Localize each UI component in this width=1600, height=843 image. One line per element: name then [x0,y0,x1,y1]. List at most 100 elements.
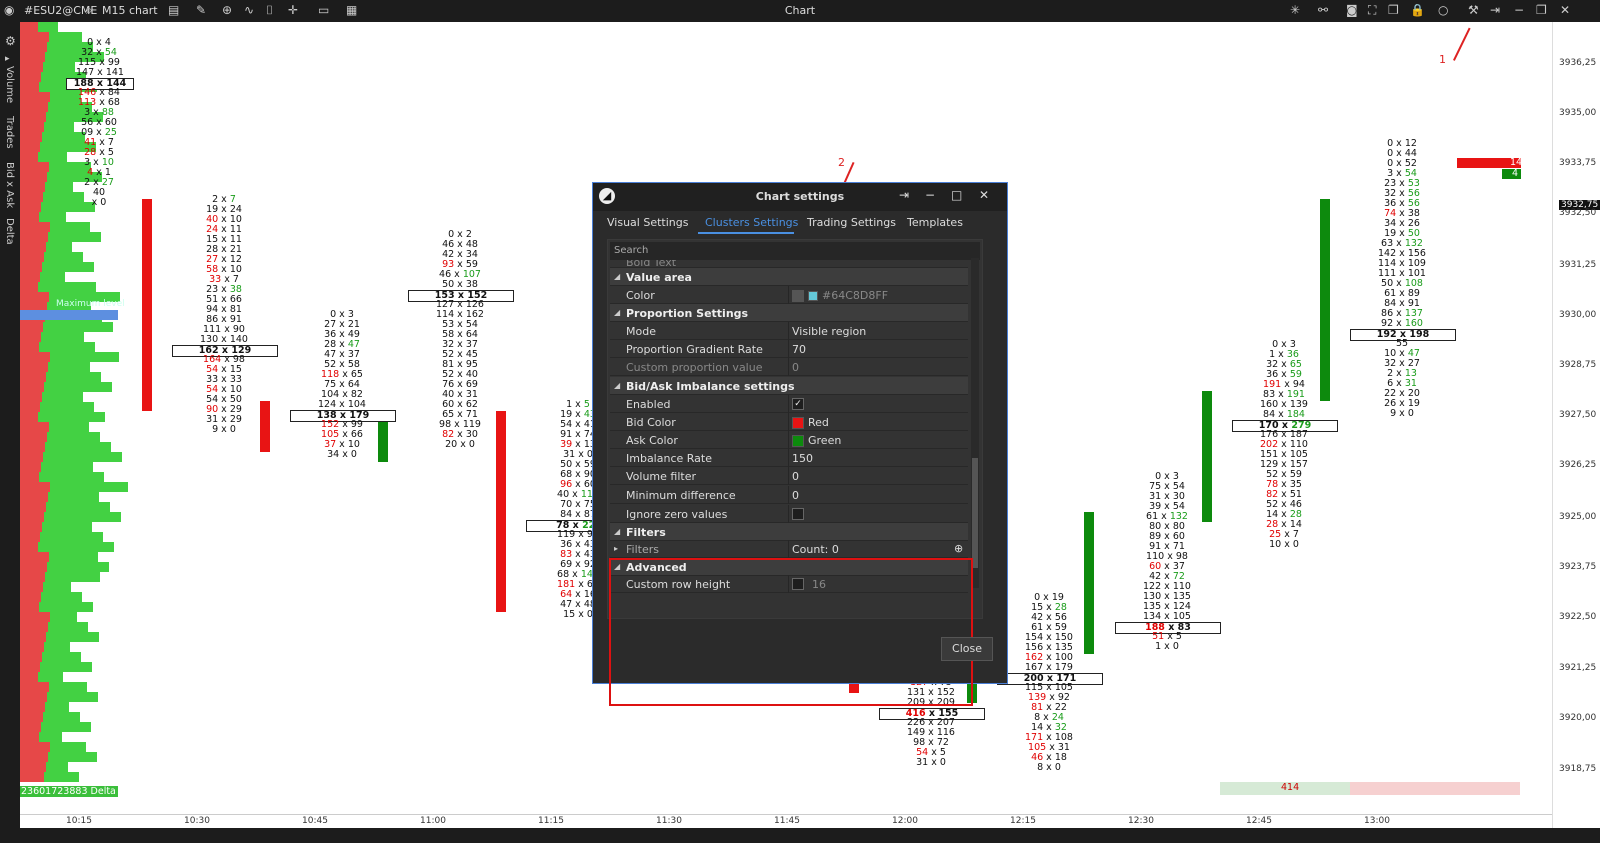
row-enabled[interactable]: Enabled ✓ [610,395,968,413]
chart-settings-dialog[interactable]: ◢ Chart settings ⇥ − □ ✕ Visual Settings… [592,182,1008,706]
cluster-cell: 130 x 140 [200,334,248,345]
profile-bid-bar [20,512,44,522]
row-imbalance-rate[interactable]: Imbalance Rate 150 [610,449,968,467]
dialog-title: Chart settings [755,190,845,203]
section-value-area[interactable]: ◢ Value area [610,268,968,286]
profile-bid-bar [20,62,43,72]
add-filter-icon[interactable]: ⊕ [954,542,963,555]
row-mode[interactable]: Mode Visible region [610,322,968,340]
time-axis[interactable]: 10:15 10:30 10:45 11:00 11:15 11:30 11:45 12:00… [20,814,1552,829]
annotation-arrow-1 [1453,27,1471,61]
pin-icon[interactable]: ⇥ [1490,3,1500,17]
section-proportion[interactable]: ◢ Proportion Settings [610,304,968,322]
profile-ask-bar [42,392,83,402]
profile-bid-bar [20,772,44,782]
row-ask-color[interactable]: Ask Color Green [610,431,968,449]
row-ignore-zero[interactable]: Ignore zero values [610,505,968,523]
profile-bid-bar [20,392,42,402]
expand-icon[interactable]: ▸ [5,54,10,64]
profile-ask-bar [48,362,90,372]
tab-clusters-settings[interactable]: Clusters Settings [705,216,798,229]
tab-volume[interactable]: Volume [4,66,15,103]
enabled-checkbox[interactable]: ✓ [792,398,804,410]
ignore-zero-checkbox[interactable] [792,508,804,520]
tab-visual-settings[interactable]: Visual Settings [607,216,688,229]
profile-ask-bar [42,262,94,272]
profile-ask-bar [43,452,122,462]
profile-ask-bar [43,582,71,592]
profile-bid-bar [20,72,41,82]
tab-trades[interactable]: Trades [4,116,15,149]
row-min-difference[interactable]: Minimum difference 0 [610,486,968,504]
profile-ask-bar [44,772,79,782]
profile-ask-bar [41,332,84,342]
row-custom-proportion[interactable]: Custom proportion value 0 [610,358,968,376]
settings-wand-icon[interactable]: ⚒ [1468,3,1479,17]
profile-ask-bar [41,592,82,602]
close-button[interactable]: Close [941,637,993,661]
profile-bid-bar [20,702,45,712]
profile-bid-bar [20,232,48,242]
dialog-header[interactable]: ◢ Chart settings ⇥ − □ ✕ [593,183,1007,211]
lock-icon[interactable]: 🔒 [1410,3,1425,17]
tab-bid-ask[interactable]: Bid x Ask [4,162,15,208]
profile-bid-bar [20,162,49,172]
pin-icon[interactable]: ⇥ [899,188,909,202]
link-icon[interactable]: ✳ [1290,3,1300,17]
restore-icon[interactable]: ❐ [1536,3,1547,17]
maximize-icon[interactable]: □ [951,188,962,202]
imbalance-highlight-box [609,558,973,706]
close-icon[interactable]: ✕ [979,188,989,202]
cluster-cell: 167 x 179 [1025,662,1073,673]
minimize-icon[interactable]: − [1514,3,1524,17]
connect-icon[interactable]: ⚯ [1318,3,1328,17]
profile-ask-bar [48,622,88,632]
cluster-cell: 134 x 105 [1143,611,1191,622]
collapse-icon: ◢ [614,308,621,317]
close-window-icon[interactable]: ✕ [1560,3,1570,17]
profile-bid-bar [20,352,50,362]
profile-ask-bar [38,282,96,292]
settings-scrollbar[interactable] [971,258,979,588]
tab-trading-settings[interactable]: Trading Settings [807,216,896,229]
row-color[interactable]: Color #64C8D8FF [610,286,968,304]
profile-bid-bar [20,182,45,192]
camera-icon[interactable]: ◙ [1346,3,1358,17]
profile-ask-bar [46,372,101,382]
row-bid-color[interactable]: Bid Color Red [610,413,968,431]
expand-icon: ▸ [614,544,619,553]
fullscreen-icon[interactable]: ⛶ [1368,3,1376,18]
tab-templates[interactable]: Templates [907,216,963,229]
scrollbar-thumb[interactable] [972,458,978,568]
profile-ask-bar [43,712,80,722]
section-imbalance[interactable]: ◢ Bid/Ask Imbalance settings [610,377,968,395]
bottom-volume-value: 414 [1281,782,1300,793]
profile-bid-bar [20,432,47,442]
profile-ask-bar [48,752,97,762]
profile-bid-bar [20,102,48,112]
gear-icon[interactable]: ⚙ [5,34,16,48]
profile-ask-bar [43,322,113,332]
row-bold-text[interactable]: Bold Text [610,260,968,268]
price-axis[interactable]: 3936,25 3935,00 3933,75 3932,75 3932,50 3931,… [1552,22,1600,828]
row-filters[interactable]: ▸ Filters Count: 0 ⊕ [610,540,968,558]
profile-bid-bar [20,282,38,292]
profile-bid-bar [20,662,40,672]
cluster-cell: 1 x 0 [1155,641,1179,652]
tab-delta[interactable]: Delta [4,218,15,245]
price-label: 3926,25 [1559,460,1597,470]
copy-icon[interactable]: ❐ [1388,3,1399,17]
row-gradient-rate[interactable]: Proportion Gradient Rate 70 [610,340,968,358]
profile-bid-bar [20,262,42,272]
profile-bid-bar [20,372,46,382]
section-filters[interactable]: ◢ Filters [610,523,968,541]
row-volume-filter[interactable]: Volume filter 0 [610,467,968,485]
time-label: 12:45 [1246,816,1272,826]
search-input[interactable]: Search [610,242,980,260]
minimize-icon[interactable]: − [925,188,935,202]
price-label: 3918,75 [1559,764,1597,774]
profile-bid-bar [20,402,40,412]
cluster-bar-1 [142,199,152,411]
circle-icon[interactable]: ○ [1438,3,1448,17]
profile-bid-bar [20,32,49,42]
